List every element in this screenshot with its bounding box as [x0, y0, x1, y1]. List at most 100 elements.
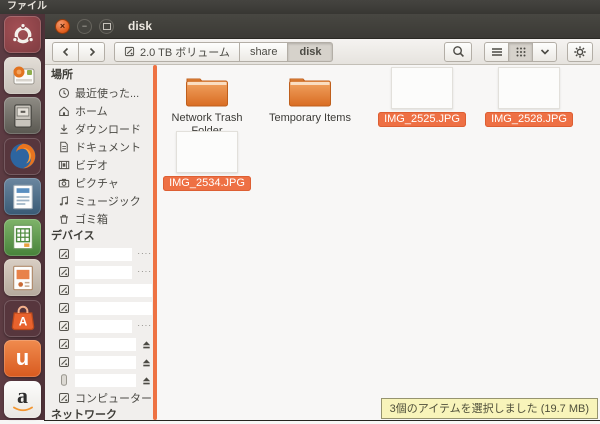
download-arrow-icon [60, 124, 68, 134]
launcher-item-libreoffice-impress[interactable] [4, 259, 41, 296]
launcher-item-ubuntu[interactable] [4, 16, 41, 53]
global-menubar: ファイル [0, 0, 600, 14]
device-label-redacted [75, 265, 133, 279]
unity-launcher: A u a [0, 14, 45, 420]
home-icon [59, 106, 69, 116]
back-icon [62, 47, 68, 56]
launcher-item-files[interactable] [4, 97, 41, 134]
folder-icon [289, 78, 331, 107]
forward-button[interactable] [78, 41, 105, 62]
window-maximize-button[interactable] [99, 18, 114, 34]
file-item-temporary-items[interactable]: Temporary Items [258, 67, 362, 125]
window-close-button[interactable]: × [55, 18, 70, 34]
file-item-img-2534[interactable]: IMG_2534.JPG [155, 131, 259, 191]
drive-icon [59, 357, 69, 367]
launcher-item-startup-disk-creator[interactable] [4, 56, 41, 94]
window-minimize-button[interactable]: − [77, 18, 92, 34]
music-note-icon [59, 196, 68, 206]
forward-icon [89, 47, 95, 56]
file-item-img-2525[interactable]: IMG_2525.JPG [370, 67, 474, 127]
search-button[interactable] [444, 41, 472, 62]
path-button-share[interactable]: share [238, 41, 289, 62]
file-item-img-2528[interactable]: IMG_2528.JPG [477, 67, 581, 127]
sidebar-item-recent[interactable]: 最近使った... [45, 84, 157, 102]
software-center-bag-icon: A [11, 305, 34, 331]
image-thumbnail [391, 67, 453, 109]
search-icon [452, 46, 464, 57]
selection-status-tooltip: 3個のアイテムを選択しました (19.7 MB) [380, 398, 598, 419]
sidebar-device-6[interactable] [45, 335, 157, 353]
image-thumbnail [498, 67, 560, 109]
eject-icon[interactable] [141, 375, 152, 386]
sidebar-device-3[interactable] [45, 281, 157, 299]
nav-button-group [52, 41, 105, 62]
window-titlebar[interactable]: × − disk [45, 14, 600, 39]
firefox-icon [10, 143, 35, 169]
sidebar-device-phone[interactable] [45, 371, 157, 389]
eject-icon[interactable] [141, 339, 152, 350]
list-view-button[interactable] [484, 41, 509, 62]
launcher-item-software-center[interactable]: A [4, 299, 41, 337]
grid-view-button[interactable] [508, 41, 533, 62]
sidebar-heading-devices: デバイス [51, 230, 95, 242]
impress-presentation-icon [12, 265, 33, 290]
eject-icon[interactable] [141, 357, 152, 368]
file-name: Temporary Items [269, 112, 351, 124]
drive-icon [59, 303, 69, 313]
file-item-network-trash-folder[interactable]: Network Trash Folder [155, 67, 259, 138]
grid-view-icon [516, 47, 525, 56]
svg-text:A: A [18, 315, 27, 329]
pathbar: 2.0 TB ボリューム share disk [114, 41, 334, 62]
device-label-ellipsis: ···· [137, 321, 152, 330]
launcher-item-firefox[interactable] [4, 137, 41, 175]
folder-icon [186, 78, 228, 107]
launcher-item-libreoffice-calc[interactable] [4, 218, 41, 256]
sidebar-device-4[interactable] [45, 299, 157, 317]
drive-icon [59, 285, 69, 295]
view-options-button[interactable] [532, 41, 557, 62]
back-button[interactable] [52, 41, 79, 62]
path-button-disk[interactable]: disk [287, 41, 334, 62]
device-label-redacted [75, 319, 133, 333]
launcher-item-ubuntu-one[interactable]: u [4, 340, 41, 377]
sidebar-item-music[interactable]: ミュージック [45, 192, 157, 210]
launcher-item-amazon[interactable]: a [4, 380, 41, 418]
launcher-item-libreoffice-writer[interactable] [4, 178, 41, 215]
device-label-redacted [75, 247, 133, 261]
computer-icon [59, 393, 69, 403]
window-content: 場所 最近使った... ホーム ダウンロード ドキュメント ビデオ ピクチャ ミ… [45, 65, 600, 421]
sidebar-item-videos[interactable]: ビデオ [45, 156, 157, 174]
device-label-redacted [75, 373, 136, 387]
sidebar-device-7[interactable] [45, 353, 157, 371]
sidebar-item-trash[interactable]: ゴミ箱 [45, 210, 157, 228]
device-label-ellipsis: ···· [137, 249, 152, 258]
file-grid[interactable]: Network Trash Folder Temporary Items IMG… [157, 65, 600, 420]
toolbar: 2.0 TB ボリューム share disk [45, 39, 600, 65]
sidebar-item-downloads[interactable]: ダウンロード [45, 120, 157, 138]
ubuntu-one-icon: u [15, 344, 30, 370]
settings-button[interactable] [567, 41, 593, 62]
sidebar-heading-places: 場所 [51, 69, 73, 81]
document-icon [60, 141, 68, 153]
sidebar-item-documents[interactable]: ドキュメント [45, 138, 157, 156]
sidebar-device-5[interactable]: ···· [45, 317, 157, 335]
phone-device-icon [61, 374, 67, 386]
calc-spreadsheet-icon [12, 224, 33, 250]
camera-icon [58, 178, 70, 188]
device-label-ellipsis: ···· [137, 267, 152, 276]
sidebar-device-2[interactable]: ···· [45, 263, 157, 281]
sidebar-item-computer[interactable]: コンピューター [45, 389, 157, 407]
chevron-down-icon [540, 48, 549, 55]
path-volume-label: 2.0 TB ボリューム [140, 46, 230, 59]
sidebar-item-home[interactable]: ホーム [45, 102, 157, 120]
ubuntu-logo-icon [12, 23, 33, 43]
path-button-volume[interactable]: 2.0 TB ボリューム [114, 41, 240, 62]
file-name-selected: IMG_2534.JPG [163, 176, 251, 191]
sidebar-item-pictures[interactable]: ピクチャ [45, 174, 157, 192]
app-menu-files[interactable]: ファイル [7, 1, 47, 12]
file-manager-window: × − disk 2.0 TB ボリューム share disk 場所 最近使っ… [45, 14, 600, 421]
sidebar-device-1[interactable]: ···· [45, 245, 157, 263]
file-name-selected: IMG_2528.JPG [485, 112, 573, 127]
drive-icon [59, 339, 69, 349]
device-label-redacted [75, 337, 136, 351]
